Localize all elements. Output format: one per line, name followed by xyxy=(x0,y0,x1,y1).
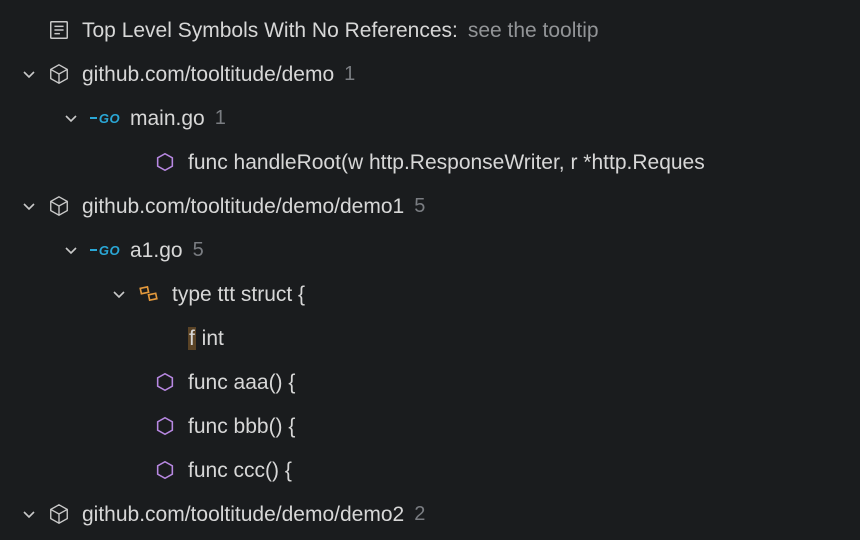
chevron-down-icon[interactable] xyxy=(18,195,40,217)
tree-package-row[interactable]: github.com/tooltitude/demo 1 xyxy=(0,52,860,96)
tree-symbol-row[interactable]: type ttt struct { xyxy=(0,272,860,316)
package-name: github.com/tooltitude/demo xyxy=(82,64,334,85)
section-header[interactable]: Top Level Symbols With No References: se… xyxy=(0,8,860,52)
go-file-icon: GO xyxy=(88,241,122,259)
go-file-icon: GO xyxy=(88,109,122,127)
method-icon xyxy=(152,413,178,439)
tree-field-row[interactable]: f int xyxy=(0,316,860,360)
file-name: a1.go xyxy=(130,240,183,261)
symbol-label: type ttt struct { xyxy=(172,284,305,305)
section-hint: see the tooltip xyxy=(468,20,599,41)
symbol-label: func ccc() { xyxy=(188,460,292,481)
field-label: f int xyxy=(188,328,224,349)
section-title: Top Level Symbols With No References: xyxy=(82,20,458,41)
symbol-label: func aaa() { xyxy=(188,372,295,393)
struct-icon xyxy=(136,281,162,307)
method-icon xyxy=(152,369,178,395)
package-name: github.com/tooltitude/demo/demo2 xyxy=(82,504,404,525)
package-name: github.com/tooltitude/demo/demo1 xyxy=(82,196,404,217)
tree-symbol-row[interactable]: func handleRoot(w http.ResponseWriter, r… xyxy=(0,140,860,184)
references-icon xyxy=(46,17,72,43)
package-icon xyxy=(46,61,72,87)
symbol-label: func bbb() { xyxy=(188,416,295,437)
method-icon xyxy=(152,457,178,483)
method-icon xyxy=(152,149,178,175)
package-count: 1 xyxy=(344,64,355,84)
file-name: main.go xyxy=(130,108,205,129)
symbol-label: func handleRoot(w http.ResponseWriter, r… xyxy=(188,152,705,173)
file-count: 5 xyxy=(193,240,204,260)
tree-package-row[interactable]: github.com/tooltitude/demo/demo2 2 xyxy=(0,492,860,536)
tree-symbol-row[interactable]: func ccc() { xyxy=(0,448,860,492)
chevron-down-icon[interactable] xyxy=(18,63,40,85)
tree-symbol-row[interactable]: func aaa() { xyxy=(0,360,860,404)
package-icon xyxy=(46,193,72,219)
tree-symbol-row[interactable]: func bbb() { xyxy=(0,404,860,448)
chevron-down-icon[interactable] xyxy=(108,283,130,305)
file-count: 1 xyxy=(215,108,226,128)
tree-file-row[interactable]: GO a1.go 5 xyxy=(0,228,860,272)
package-count: 5 xyxy=(414,196,425,216)
tree-file-row[interactable]: GO main.go 1 xyxy=(0,96,860,140)
package-icon xyxy=(46,501,72,527)
chevron-down-icon[interactable] xyxy=(60,107,82,129)
chevron-down-icon[interactable] xyxy=(60,239,82,261)
package-count: 2 xyxy=(414,504,425,524)
chevron-down-icon[interactable] xyxy=(18,503,40,525)
tree-package-row[interactable]: github.com/tooltitude/demo/demo1 5 xyxy=(0,184,860,228)
tree-view: Top Level Symbols With No References: se… xyxy=(0,0,860,536)
